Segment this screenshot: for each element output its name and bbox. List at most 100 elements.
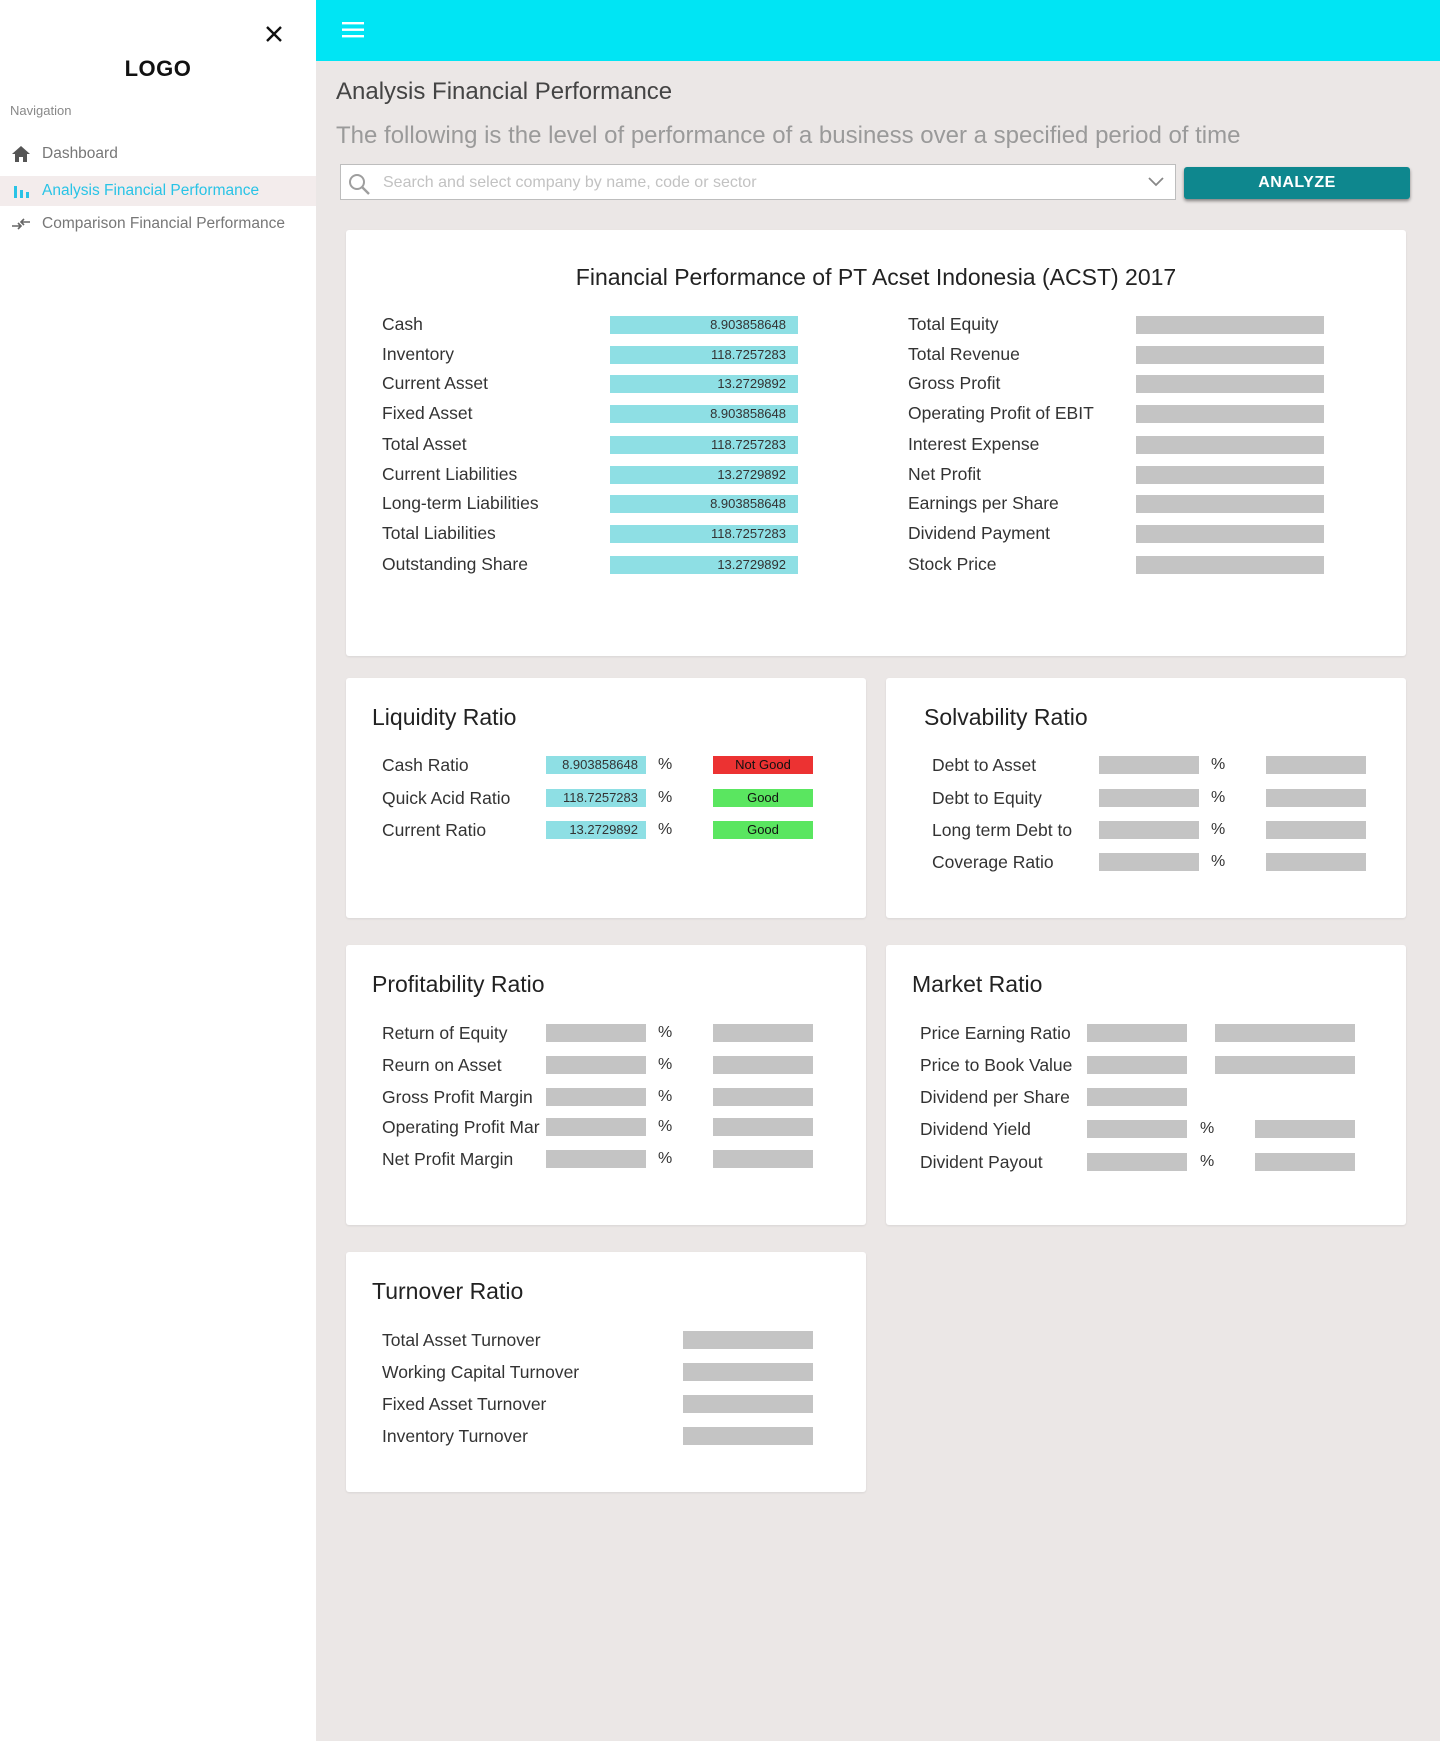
metric-value-bar: 13.2729892 <box>610 375 798 393</box>
turnover-title: Turnover Ratio <box>372 1278 524 1304</box>
ratio-label: Cash Ratio <box>382 755 469 775</box>
ratio-label: Return of Equity <box>382 1023 508 1043</box>
ratio-label: Current Ratio <box>382 820 487 840</box>
ratio-value-bar <box>1099 821 1199 839</box>
sidebar-item-analysis[interactable]: Analysis Financial Performance <box>0 176 316 206</box>
percent-unit: % <box>658 1118 673 1135</box>
status-badge: Not Good <box>713 756 813 774</box>
ratio-value-bar <box>683 1427 813 1445</box>
ratio-status-bar <box>713 1150 813 1168</box>
metric-label: Operating Profit of EBIT <box>908 403 1094 423</box>
ratio-value-bar <box>1087 1153 1187 1171</box>
ratio-label: Fixed Asset Turnover <box>382 1394 547 1414</box>
ratio-value-bar <box>1087 1024 1187 1042</box>
metric-value-bar: 118.7257283 <box>610 346 798 364</box>
ratio-value-bar <box>683 1331 813 1349</box>
metric-label: Total Revenue <box>908 344 1020 364</box>
metric-value-bar <box>1136 525 1324 543</box>
metric-value-bar <box>1136 556 1324 574</box>
ratio-label: Working Capital Turnover <box>382 1362 580 1382</box>
home-icon <box>10 143 32 165</box>
ratio-status-bar <box>1266 756 1366 774</box>
metric-value-bar <box>1136 346 1324 364</box>
ratio-label: Price Earning Ratio <box>920 1023 1071 1043</box>
top-bar <box>316 0 1440 61</box>
compare-arrows-icon <box>10 213 32 235</box>
ratio-status-bar <box>1255 1153 1355 1171</box>
company-search[interactable] <box>340 164 1176 200</box>
percent-unit: % <box>658 789 673 806</box>
ratio-label: Quick Acid Ratio <box>382 788 511 808</box>
solvability-card: Solvability Ratio Debt to Asset% Debt to … <box>886 678 1406 918</box>
ratio-value-bar <box>546 1024 646 1042</box>
sidebar-item-dashboard[interactable]: Dashboard <box>0 139 316 169</box>
ratio-value-bar <box>546 1088 646 1106</box>
ratio-value-bar: 118.7257283 <box>546 789 646 807</box>
metric-label: Earnings per Share <box>908 493 1059 513</box>
percent-unit: % <box>1200 1120 1215 1137</box>
metric-value-bar <box>1136 495 1324 513</box>
search-input[interactable] <box>381 169 1125 197</box>
liquidity-title: Liquidity Ratio <box>372 704 517 730</box>
percent-unit: % <box>1211 821 1226 838</box>
metric-label: Fixed Asset <box>382 403 473 423</box>
close-sidebar-button[interactable] <box>262 22 286 46</box>
ratio-status-bar <box>1266 789 1366 807</box>
sidebar-item-label: Analysis Financial Performance <box>42 182 260 199</box>
percent-unit: % <box>1211 789 1226 806</box>
percent-unit: % <box>1200 1153 1215 1170</box>
ratio-label: Operating Profit Mar <box>382 1117 540 1137</box>
ratio-label: Net Profit Margin <box>382 1149 514 1169</box>
ratio-label: Price to Book Value <box>920 1055 1073 1075</box>
ratio-label: Divident Payout <box>920 1152 1043 1172</box>
metric-label: Total Liabilities <box>382 523 496 543</box>
metric-value-bar: 8.903858648 <box>610 495 798 513</box>
metric-value-bar: 8.903858648 <box>610 405 798 423</box>
metric-value-bar <box>1136 375 1324 393</box>
ratio-value-bar: 8.903858648 <box>546 756 646 774</box>
solvability-title: Solvability Ratio <box>924 704 1088 730</box>
page-subtitle: The following is the level of performanc… <box>336 122 1241 149</box>
ratio-value-bar: 13.2729892 <box>546 821 646 839</box>
ratio-label: Dividend Yield <box>920 1119 1031 1139</box>
percent-unit: % <box>658 1088 673 1105</box>
ratio-label: Coverage Ratio <box>932 852 1054 872</box>
sidebar-item-label: Comparison Financial Performance <box>42 215 285 232</box>
analyze-button[interactable]: ANALYZE <box>1184 167 1410 199</box>
market-card: Market Ratio Price Earning Ratio Price to… <box>886 945 1406 1225</box>
sidebar-item-label: Dashboard <box>42 145 118 162</box>
metric-label: Current Asset <box>382 373 489 393</box>
hamburger-icon <box>342 22 364 38</box>
ratio-status-bar <box>713 1056 813 1074</box>
menu-button[interactable] <box>340 18 368 42</box>
metric-value-bar <box>1136 405 1324 423</box>
metric-label: Current Liabilities <box>382 464 518 484</box>
sidebar-item-comparison[interactable]: Comparison Financial Performance <box>0 209 316 239</box>
ratio-status-bar <box>1215 1056 1355 1074</box>
ratio-status-bar <box>1215 1024 1355 1042</box>
ratio-value-bar <box>1099 756 1199 774</box>
metric-value-bar: 118.7257283 <box>610 436 798 454</box>
metric-value-bar <box>1136 316 1324 334</box>
turnover-card: Turnover Ratio Total Asset Turnover Worki… <box>346 1252 866 1492</box>
metric-label: Gross Profit <box>908 373 1001 393</box>
ratio-status-bar <box>713 1088 813 1106</box>
ratio-label: Long term Debt to <box>932 820 1073 840</box>
metric-label: Stock Price <box>908 554 997 574</box>
metric-label: Dividend Payment <box>908 523 1051 543</box>
close-icon <box>266 26 282 42</box>
metric-label: Inventory <box>382 344 454 364</box>
percent-unit: % <box>658 756 673 773</box>
metric-value-bar: 8.903858648 <box>610 316 798 334</box>
profitability-card: Profitability Ratio Return of Equity% Reu… <box>346 945 866 1225</box>
ratio-label: Dividend per Share <box>920 1087 1070 1107</box>
percent-unit: % <box>658 1150 673 1167</box>
page-title: Analysis Financial Performance <box>336 78 673 105</box>
metric-label: Cash <box>382 314 423 334</box>
metric-value-bar: 13.2729892 <box>610 556 798 574</box>
profitability-title: Profitability Ratio <box>372 971 545 997</box>
percent-unit: % <box>658 1056 673 1073</box>
chevron-down-icon[interactable] <box>1147 175 1165 189</box>
market-title: Market Ratio <box>912 971 1043 997</box>
nav-title: Navigation <box>10 103 72 118</box>
